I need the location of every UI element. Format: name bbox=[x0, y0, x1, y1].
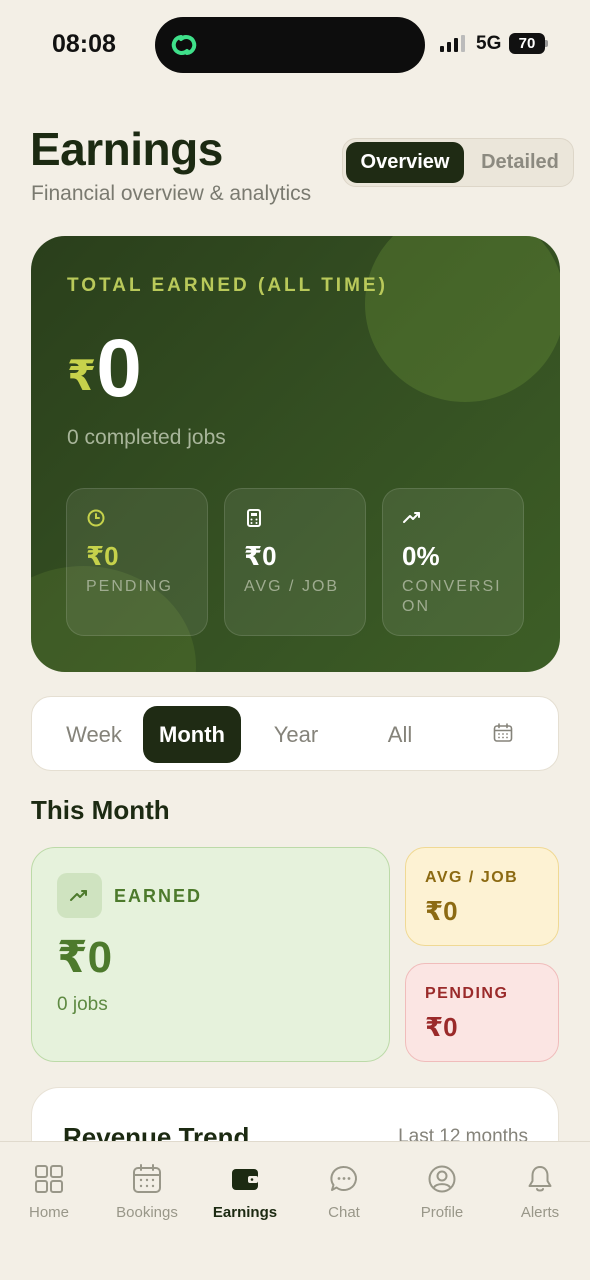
clock-icon bbox=[87, 509, 105, 527]
wallet-icon bbox=[232, 1169, 258, 1190]
pending-stat: ₹0 PENDING bbox=[66, 488, 208, 636]
month-earned-card: EARNED ₹0 0 jobs bbox=[31, 847, 390, 1062]
pending-label: PENDING bbox=[425, 985, 509, 1002]
nav-item-bookings[interactable]: Bookings bbox=[98, 1164, 196, 1221]
nav-label-bookings: Bookings bbox=[116, 1204, 178, 1221]
earned-value: ₹0 bbox=[57, 933, 113, 982]
period-selector: Week Month Year All bbox=[31, 696, 559, 771]
month-avg-card: AVG / JOB ₹0 bbox=[405, 847, 559, 946]
nav-item-chat[interactable]: Chat bbox=[295, 1164, 393, 1221]
bell-icon bbox=[528, 1166, 552, 1192]
overview-toggle-button[interactable]: Overview bbox=[346, 142, 464, 183]
dynamic-island bbox=[155, 17, 425, 73]
detailed-toggle-button[interactable]: Detailed bbox=[468, 142, 572, 183]
section-title: This Month bbox=[31, 795, 170, 825]
chat-bubble-icon bbox=[330, 1165, 357, 1191]
earned-icon-box bbox=[57, 873, 102, 918]
avg-label: AVG / JOB bbox=[425, 869, 519, 886]
status-bar: 08:08 5G 70 bbox=[0, 0, 590, 90]
total-earned-amount: ₹0 bbox=[67, 322, 142, 416]
trending-up-icon bbox=[403, 512, 420, 523]
total-earned-label: TOTAL EARNED (ALL TIME) bbox=[67, 275, 388, 296]
decorative-circle bbox=[365, 236, 560, 402]
avg-job-stat-value: ₹0 bbox=[244, 541, 277, 571]
battery-icon: 70 bbox=[509, 33, 545, 54]
conversion-stat: 0% CONVERSION bbox=[382, 488, 524, 636]
earned-jobs: 0 jobs bbox=[57, 994, 108, 1015]
trending-up-icon bbox=[70, 890, 87, 901]
tab-all[interactable]: All bbox=[350, 706, 450, 763]
view-toggle: Overview Detailed bbox=[342, 138, 574, 187]
nav-item-alerts[interactable]: Alerts bbox=[491, 1164, 589, 1221]
calculator-icon bbox=[247, 509, 261, 527]
conversion-stat-value: 0% bbox=[402, 541, 440, 571]
avg-job-stat: ₹0 AVG / JOB bbox=[224, 488, 366, 636]
tab-month[interactable]: Month bbox=[143, 706, 241, 763]
nav-item-home[interactable]: Home bbox=[0, 1164, 98, 1221]
pending-stat-value: ₹0 bbox=[86, 541, 119, 571]
pending-value: ₹0 bbox=[425, 1012, 458, 1042]
page-title: Earnings bbox=[30, 123, 223, 175]
battery-cap bbox=[545, 40, 548, 47]
home-grid-icon bbox=[35, 1165, 63, 1193]
nav-label-profile: Profile bbox=[420, 1204, 464, 1221]
calendar-icon[interactable] bbox=[493, 723, 513, 743]
earned-label: EARNED bbox=[114, 886, 203, 906]
network-label: 5G bbox=[476, 33, 502, 54]
page-subtitle: Financial overview & analytics bbox=[31, 182, 312, 205]
total-earned-card: TOTAL EARNED (ALL TIME) ₹0 0 completed j… bbox=[31, 236, 560, 672]
nav-label-home: Home bbox=[28, 1204, 69, 1221]
status-time: 08:08 bbox=[52, 30, 116, 58]
completed-jobs-text: 0 completed jobs bbox=[67, 426, 226, 449]
total-earned-value: 0 bbox=[96, 323, 142, 414]
avg-job-stat-label: AVG / JOB bbox=[244, 578, 340, 595]
app-link-icon bbox=[171, 35, 197, 55]
currency-symbol: ₹ bbox=[67, 352, 97, 399]
nav-label-alerts: Alerts bbox=[520, 1204, 560, 1221]
month-pending-card: PENDING ₹0 bbox=[405, 963, 559, 1062]
nav-label-chat: Chat bbox=[328, 1204, 360, 1221]
nav-label-earnings: Earnings bbox=[212, 1204, 278, 1221]
nav-item-earnings[interactable]: Earnings bbox=[196, 1164, 294, 1221]
signal-icon bbox=[440, 35, 465, 52]
bottom-nav: Home Bookings Earnings Chat Profile Aler… bbox=[0, 1141, 590, 1280]
avg-value: ₹0 bbox=[425, 896, 458, 926]
tab-week[interactable]: Week bbox=[44, 706, 144, 763]
nav-item-profile[interactable]: Profile bbox=[393, 1164, 491, 1221]
pending-stat-label: PENDING bbox=[86, 578, 173, 595]
profile-icon bbox=[428, 1165, 456, 1193]
calendar-icon bbox=[133, 1164, 161, 1193]
tab-year[interactable]: Year bbox=[246, 706, 346, 763]
conversion-stat-label: CONVERSION bbox=[402, 578, 502, 615]
